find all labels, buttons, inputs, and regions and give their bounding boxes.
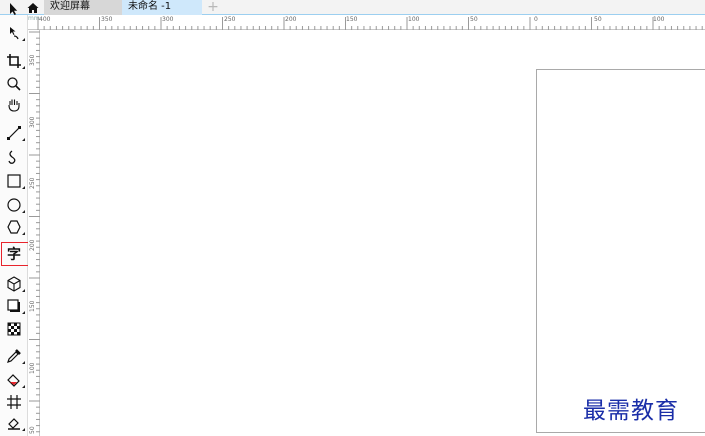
cube-icon <box>7 276 21 292</box>
artistic-media-tool-button[interactable] <box>3 147 27 167</box>
ellipse-icon <box>7 198 21 212</box>
mesh-fill-tool-button[interactable] <box>3 392 27 412</box>
flyout-indicator-icon <box>22 232 25 235</box>
watermark-text: 最需教育 <box>583 398 679 424</box>
ruler-label: 50 <box>594 16 602 23</box>
ruler-ticks <box>29 31 40 433</box>
ruler-label: 0 <box>534 16 538 23</box>
checker-icon <box>7 322 21 336</box>
node-edit-icon <box>10 27 19 40</box>
line-icon <box>7 126 21 140</box>
pan-tool-button[interactable] <box>3 95 27 115</box>
document-page[interactable] <box>536 69 705 433</box>
text-tool-icon: 字 <box>7 247 21 263</box>
drop-shadow-tool-button[interactable] <box>3 296 27 316</box>
ruler-label: 100 <box>29 362 36 374</box>
crop-tool-button[interactable] <box>3 51 27 71</box>
ruler-label: 200 <box>285 16 297 23</box>
ellipse-tool-button[interactable] <box>3 195 27 215</box>
rectangle-icon <box>7 174 21 188</box>
rectangle-tool-button[interactable] <box>3 171 27 191</box>
ruler-label: 300 <box>29 116 36 128</box>
freehand-tool-button[interactable] <box>3 123 27 143</box>
ruler-label: 100 <box>408 16 420 23</box>
horizontal-ruler[interactable]: 400 350 300 250 200 150 100 50 0 50 100 <box>28 15 705 30</box>
parallel-dimension-tool-button[interactable] <box>3 274 27 294</box>
ruler-label: 100 <box>653 16 665 23</box>
vertical-ruler[interactable]: 350 300 250 200 150 100 50 <box>28 30 40 436</box>
flyout-indicator-icon <box>22 289 25 292</box>
paint-bucket-icon <box>7 374 20 387</box>
ruler-label: 250 <box>29 177 36 189</box>
home-icon[interactable] <box>26 0 40 14</box>
ruler-label: 50 <box>470 16 478 23</box>
ruler-label: 350 <box>101 16 113 23</box>
transparency-tool-button[interactable] <box>3 319 27 339</box>
polygon-tool-button[interactable] <box>3 217 27 237</box>
flyout-indicator-icon <box>22 210 25 213</box>
mesh-icon <box>7 395 21 409</box>
flyout-indicator-icon <box>22 186 25 189</box>
magnifier-icon <box>7 77 21 91</box>
flyout-indicator-icon <box>22 361 25 364</box>
flyout-indicator-icon <box>22 311 25 314</box>
ruler-label: 250 <box>224 16 236 23</box>
smart-fill-tool-button[interactable] <box>3 413 27 433</box>
add-tab-icon[interactable]: + <box>206 0 220 14</box>
ruler-origin-corner[interactable]: mm <box>28 15 40 30</box>
smart-fill-icon <box>8 418 20 430</box>
corel-draw-window: 欢迎屏幕 未命名 -1 + 字 400 350 300 250 200 150 … <box>0 0 705 436</box>
ruler-label: 400 <box>39 16 51 23</box>
flyout-indicator-icon <box>22 38 25 41</box>
ruler-label: 150 <box>346 16 358 23</box>
toolbox: 字 <box>0 15 29 436</box>
ruler-label: 50 <box>29 426 36 434</box>
ruler-label: 150 <box>29 300 36 312</box>
curve-icon <box>8 150 16 164</box>
ruler-label: 350 <box>29 54 36 66</box>
interactive-fill-tool-button[interactable] <box>3 370 27 390</box>
crop-icon <box>7 54 21 68</box>
ruler-label: 200 <box>29 239 36 251</box>
flyout-indicator-icon <box>22 428 25 431</box>
hand-icon <box>8 99 20 112</box>
pick-arrow-icon[interactable] <box>6 1 20 15</box>
text-tool-button[interactable]: 字 <box>1 242 29 266</box>
zoom-tool-button[interactable] <box>3 74 27 94</box>
shape-tool-button[interactable] <box>3 23 27 43</box>
flyout-indicator-icon <box>22 66 25 69</box>
shadow-icon <box>7 299 20 312</box>
polygon-icon <box>7 220 21 234</box>
eyedropper-tool-button[interactable] <box>3 346 27 366</box>
eyedropper-icon <box>7 349 21 363</box>
document-tab-bar: 欢迎屏幕 未命名 -1 + <box>0 0 705 15</box>
ruler-ticks <box>37 17 703 30</box>
ruler-label: 300 <box>162 16 174 23</box>
tab-untitled-document[interactable]: 未命名 -1 <box>122 0 202 15</box>
tab-welcome-screen[interactable]: 欢迎屏幕 <box>44 0 122 15</box>
flyout-indicator-icon <box>22 385 25 388</box>
flyout-indicator-icon <box>22 138 25 141</box>
